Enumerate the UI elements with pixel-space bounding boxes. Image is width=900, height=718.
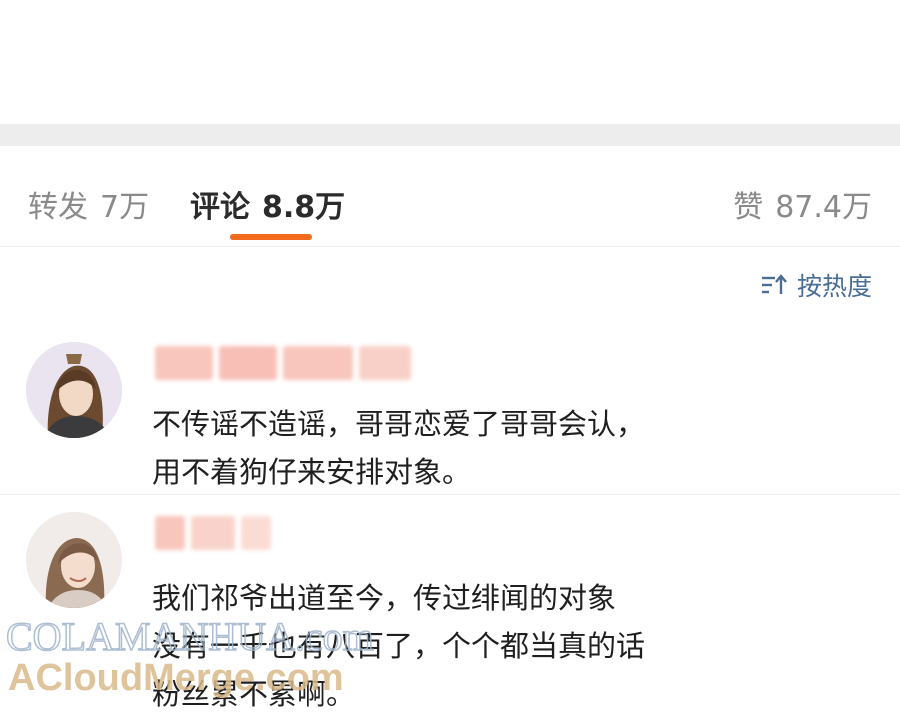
blurred-text bbox=[219, 346, 277, 380]
avatar[interactable] bbox=[26, 342, 122, 438]
comment-item: 不传谣不造谣，哥哥恋爱了哥哥会认， 用不着狗仔来安排对象。 bbox=[0, 340, 900, 495]
comment-line: 用不着狗仔来安排对象。 bbox=[152, 455, 472, 489]
blurred-text bbox=[283, 346, 353, 380]
avatar-illustration bbox=[26, 342, 122, 438]
comment-tabs-bar: 转发 7万 评论 8.8万 赞 87.4万 bbox=[0, 146, 900, 247]
watermark-line2: ACloudMerge.com bbox=[8, 657, 344, 698]
sort-by-hot-button[interactable]: 按热度 bbox=[761, 268, 872, 302]
blurred-text bbox=[241, 516, 271, 550]
username-blurred[interactable] bbox=[155, 346, 411, 380]
tab-likes-label: 赞 bbox=[733, 190, 764, 225]
sort-icon bbox=[761, 274, 787, 294]
tab-comments-label: 评论 bbox=[190, 190, 250, 225]
tab-comments-count: 8.8万 bbox=[262, 190, 346, 225]
top-blank-area bbox=[0, 0, 900, 124]
section-divider bbox=[0, 124, 900, 146]
blurred-text bbox=[191, 516, 235, 550]
sort-label: 按热度 bbox=[796, 272, 872, 301]
avatar[interactable] bbox=[26, 512, 122, 608]
tab-likes[interactable]: 赞 87.4万 bbox=[733, 182, 872, 226]
active-tab-indicator bbox=[230, 234, 312, 240]
tab-repost-label: 转发 bbox=[28, 190, 88, 225]
comment-text: 不传谣不造谣，哥哥恋爱了哥哥会认， 用不着狗仔来安排对象。 bbox=[152, 400, 872, 496]
tab-repost-count: 7万 bbox=[100, 190, 150, 225]
comment-line: 不传谣不造谣，哥哥恋爱了哥哥会认， bbox=[152, 407, 646, 441]
tab-repost[interactable]: 转发 7万 bbox=[28, 182, 149, 226]
blurred-text bbox=[155, 346, 213, 380]
blurred-text bbox=[359, 346, 411, 380]
watermark-line1: COLAMANHUA.com bbox=[6, 614, 374, 659]
watermark-logo: COLAMANHUA.com ACloudMerge.com bbox=[6, 613, 375, 698]
tab-comments[interactable]: 评论 8.8万 bbox=[190, 182, 345, 226]
avatar-illustration bbox=[26, 512, 122, 608]
tab-likes-count: 87.4万 bbox=[775, 190, 872, 225]
username-blurred[interactable] bbox=[155, 516, 271, 550]
blurred-text bbox=[155, 516, 185, 550]
